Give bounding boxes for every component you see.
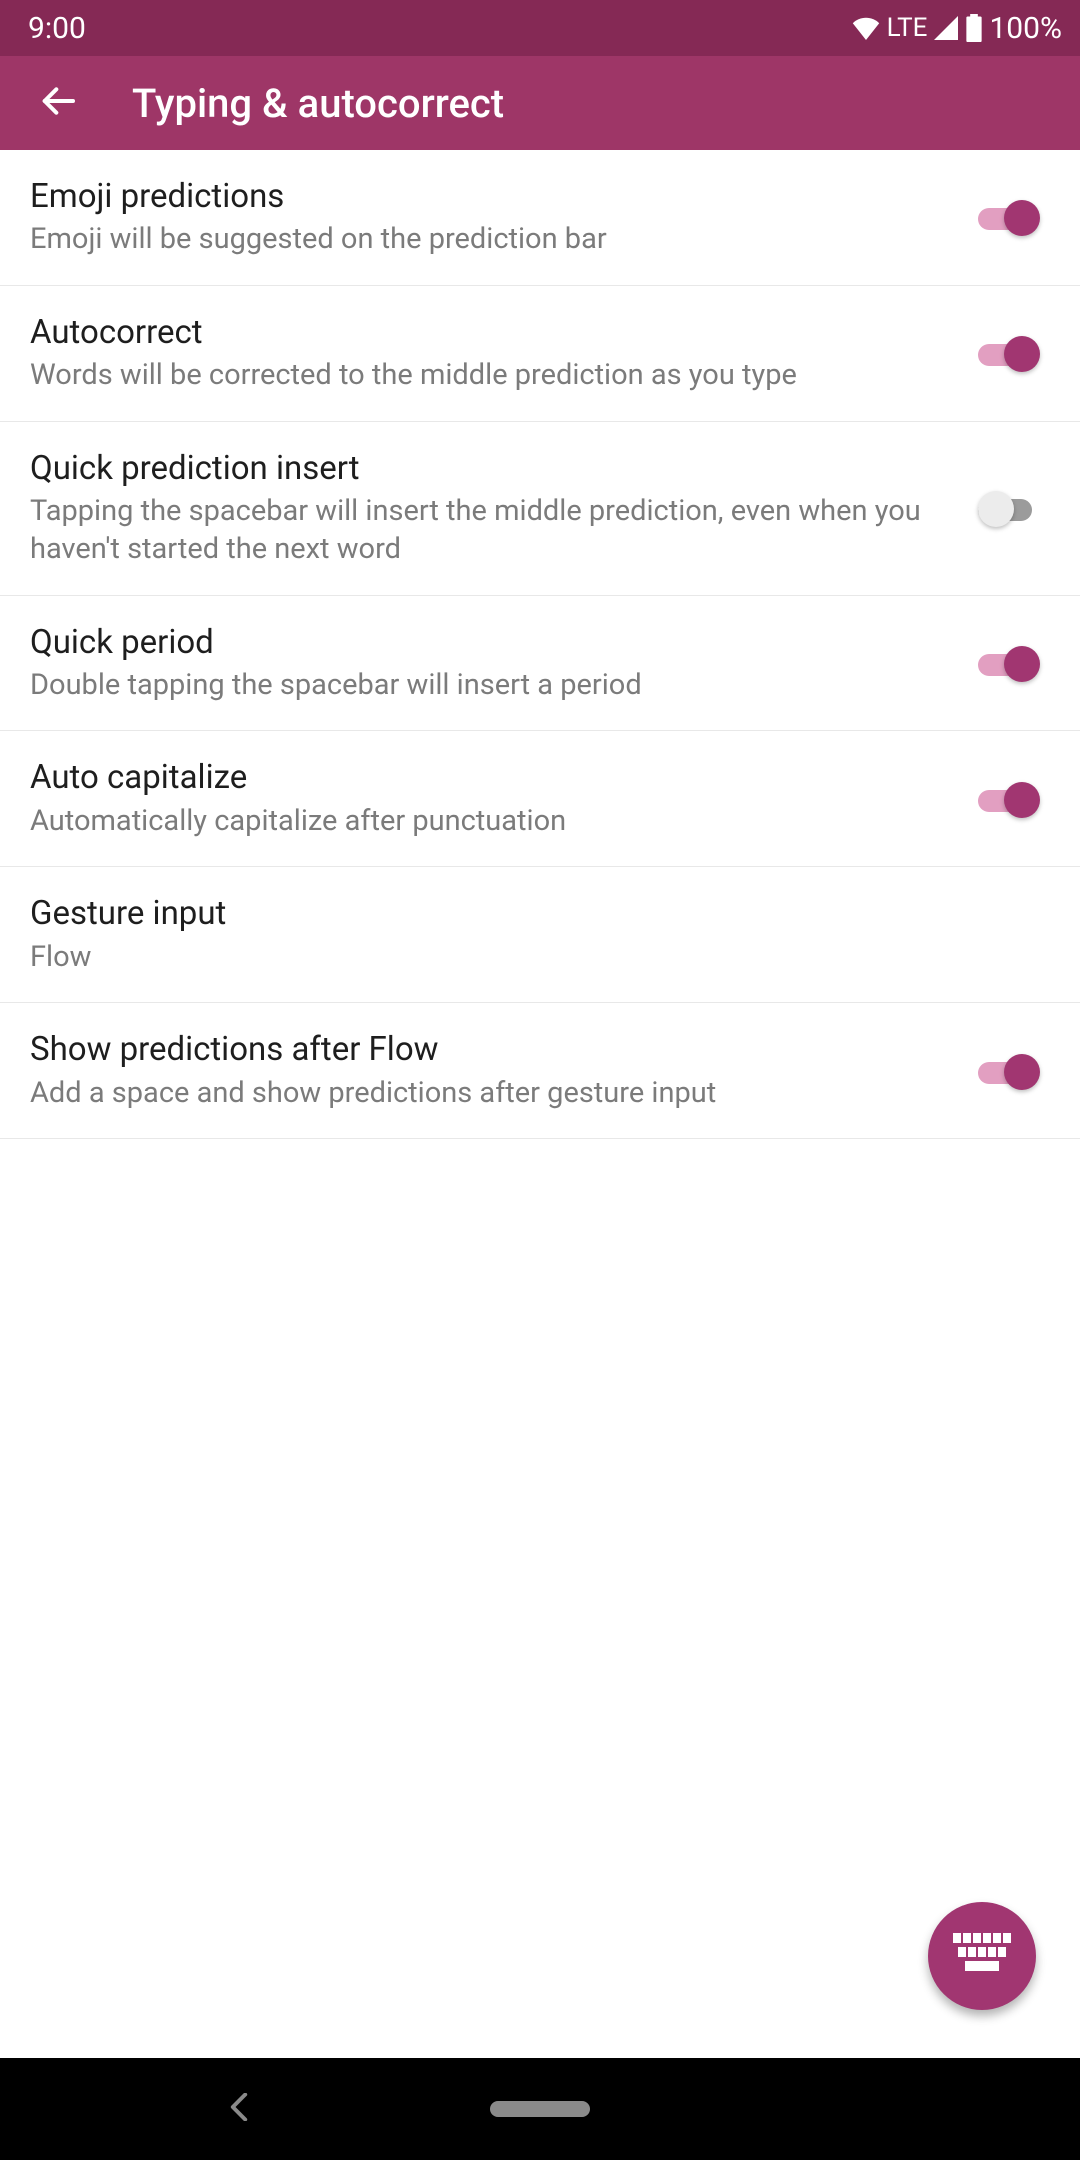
setting-subtitle: Tapping the spacebar will insert the mid… — [30, 493, 948, 568]
row-show-predictions-after-flow[interactable]: Show predictions after Flow Add a space … — [0, 1003, 1080, 1139]
toggle-quick-prediction-insert[interactable] — [978, 488, 1040, 528]
setting-subtitle: Emoji will be suggested on the predictio… — [30, 221, 948, 259]
setting-subtitle: Automatically capitalize after punctuati… — [30, 803, 948, 841]
wifi-icon — [851, 16, 881, 40]
setting-subtitle: Flow — [30, 939, 1010, 977]
setting-title: Auto capitalize — [30, 757, 948, 798]
setting-title: Emoji predictions — [30, 176, 948, 217]
setting-subtitle: Double tapping the spacebar will insert … — [30, 667, 948, 705]
toggle-autocorrect[interactable] — [978, 333, 1040, 373]
back-button[interactable] — [28, 73, 88, 133]
setting-subtitle: Add a space and show predictions after g… — [30, 1075, 948, 1113]
page-title: Typing & autocorrect — [132, 80, 504, 127]
toggle-show-predictions-after-flow[interactable] — [978, 1051, 1040, 1091]
toggle-emoji-predictions[interactable] — [978, 197, 1040, 237]
system-nav-bar — [0, 2058, 1080, 2160]
nav-back-icon[interactable] — [228, 2093, 250, 2125]
setting-title: Quick period — [30, 622, 948, 663]
row-autocorrect[interactable]: Autocorrect Words will be corrected to t… — [0, 286, 1080, 422]
row-gesture-input[interactable]: Gesture input Flow — [0, 867, 1080, 1003]
setting-title: Autocorrect — [30, 312, 948, 353]
arrow-back-icon — [38, 81, 78, 125]
row-emoji-predictions[interactable]: Emoji predictions Emoji will be suggeste… — [0, 150, 1080, 286]
toggle-quick-period[interactable] — [978, 643, 1040, 683]
battery-icon — [965, 14, 983, 42]
setting-title: Show predictions after Flow — [30, 1029, 948, 1070]
status-time: 9:00 — [28, 11, 86, 46]
network-label: LTE — [887, 13, 928, 43]
status-bar: 9:00 LTE 100% — [0, 0, 1080, 56]
keyboard-icon — [953, 1933, 1011, 1979]
row-quick-prediction-insert[interactable]: Quick prediction insert Tapping the spac… — [0, 422, 1080, 596]
battery-percent: 100% — [989, 11, 1062, 46]
settings-list: Emoji predictions Emoji will be suggeste… — [0, 150, 1080, 2058]
setting-title: Gesture input — [30, 893, 1010, 934]
cellular-icon — [933, 16, 959, 40]
toggle-auto-capitalize[interactable] — [978, 779, 1040, 819]
row-quick-period[interactable]: Quick period Double tapping the spacebar… — [0, 596, 1080, 732]
keyboard-fab[interactable] — [928, 1902, 1036, 2010]
nav-home-pill[interactable] — [490, 2101, 590, 2117]
app-bar: Typing & autocorrect — [0, 56, 1080, 150]
setting-subtitle: Words will be corrected to the middle pr… — [30, 357, 948, 395]
row-auto-capitalize[interactable]: Auto capitalize Automatically capitalize… — [0, 731, 1080, 867]
status-right: LTE 100% — [851, 11, 1062, 46]
setting-title: Quick prediction insert — [30, 448, 948, 489]
